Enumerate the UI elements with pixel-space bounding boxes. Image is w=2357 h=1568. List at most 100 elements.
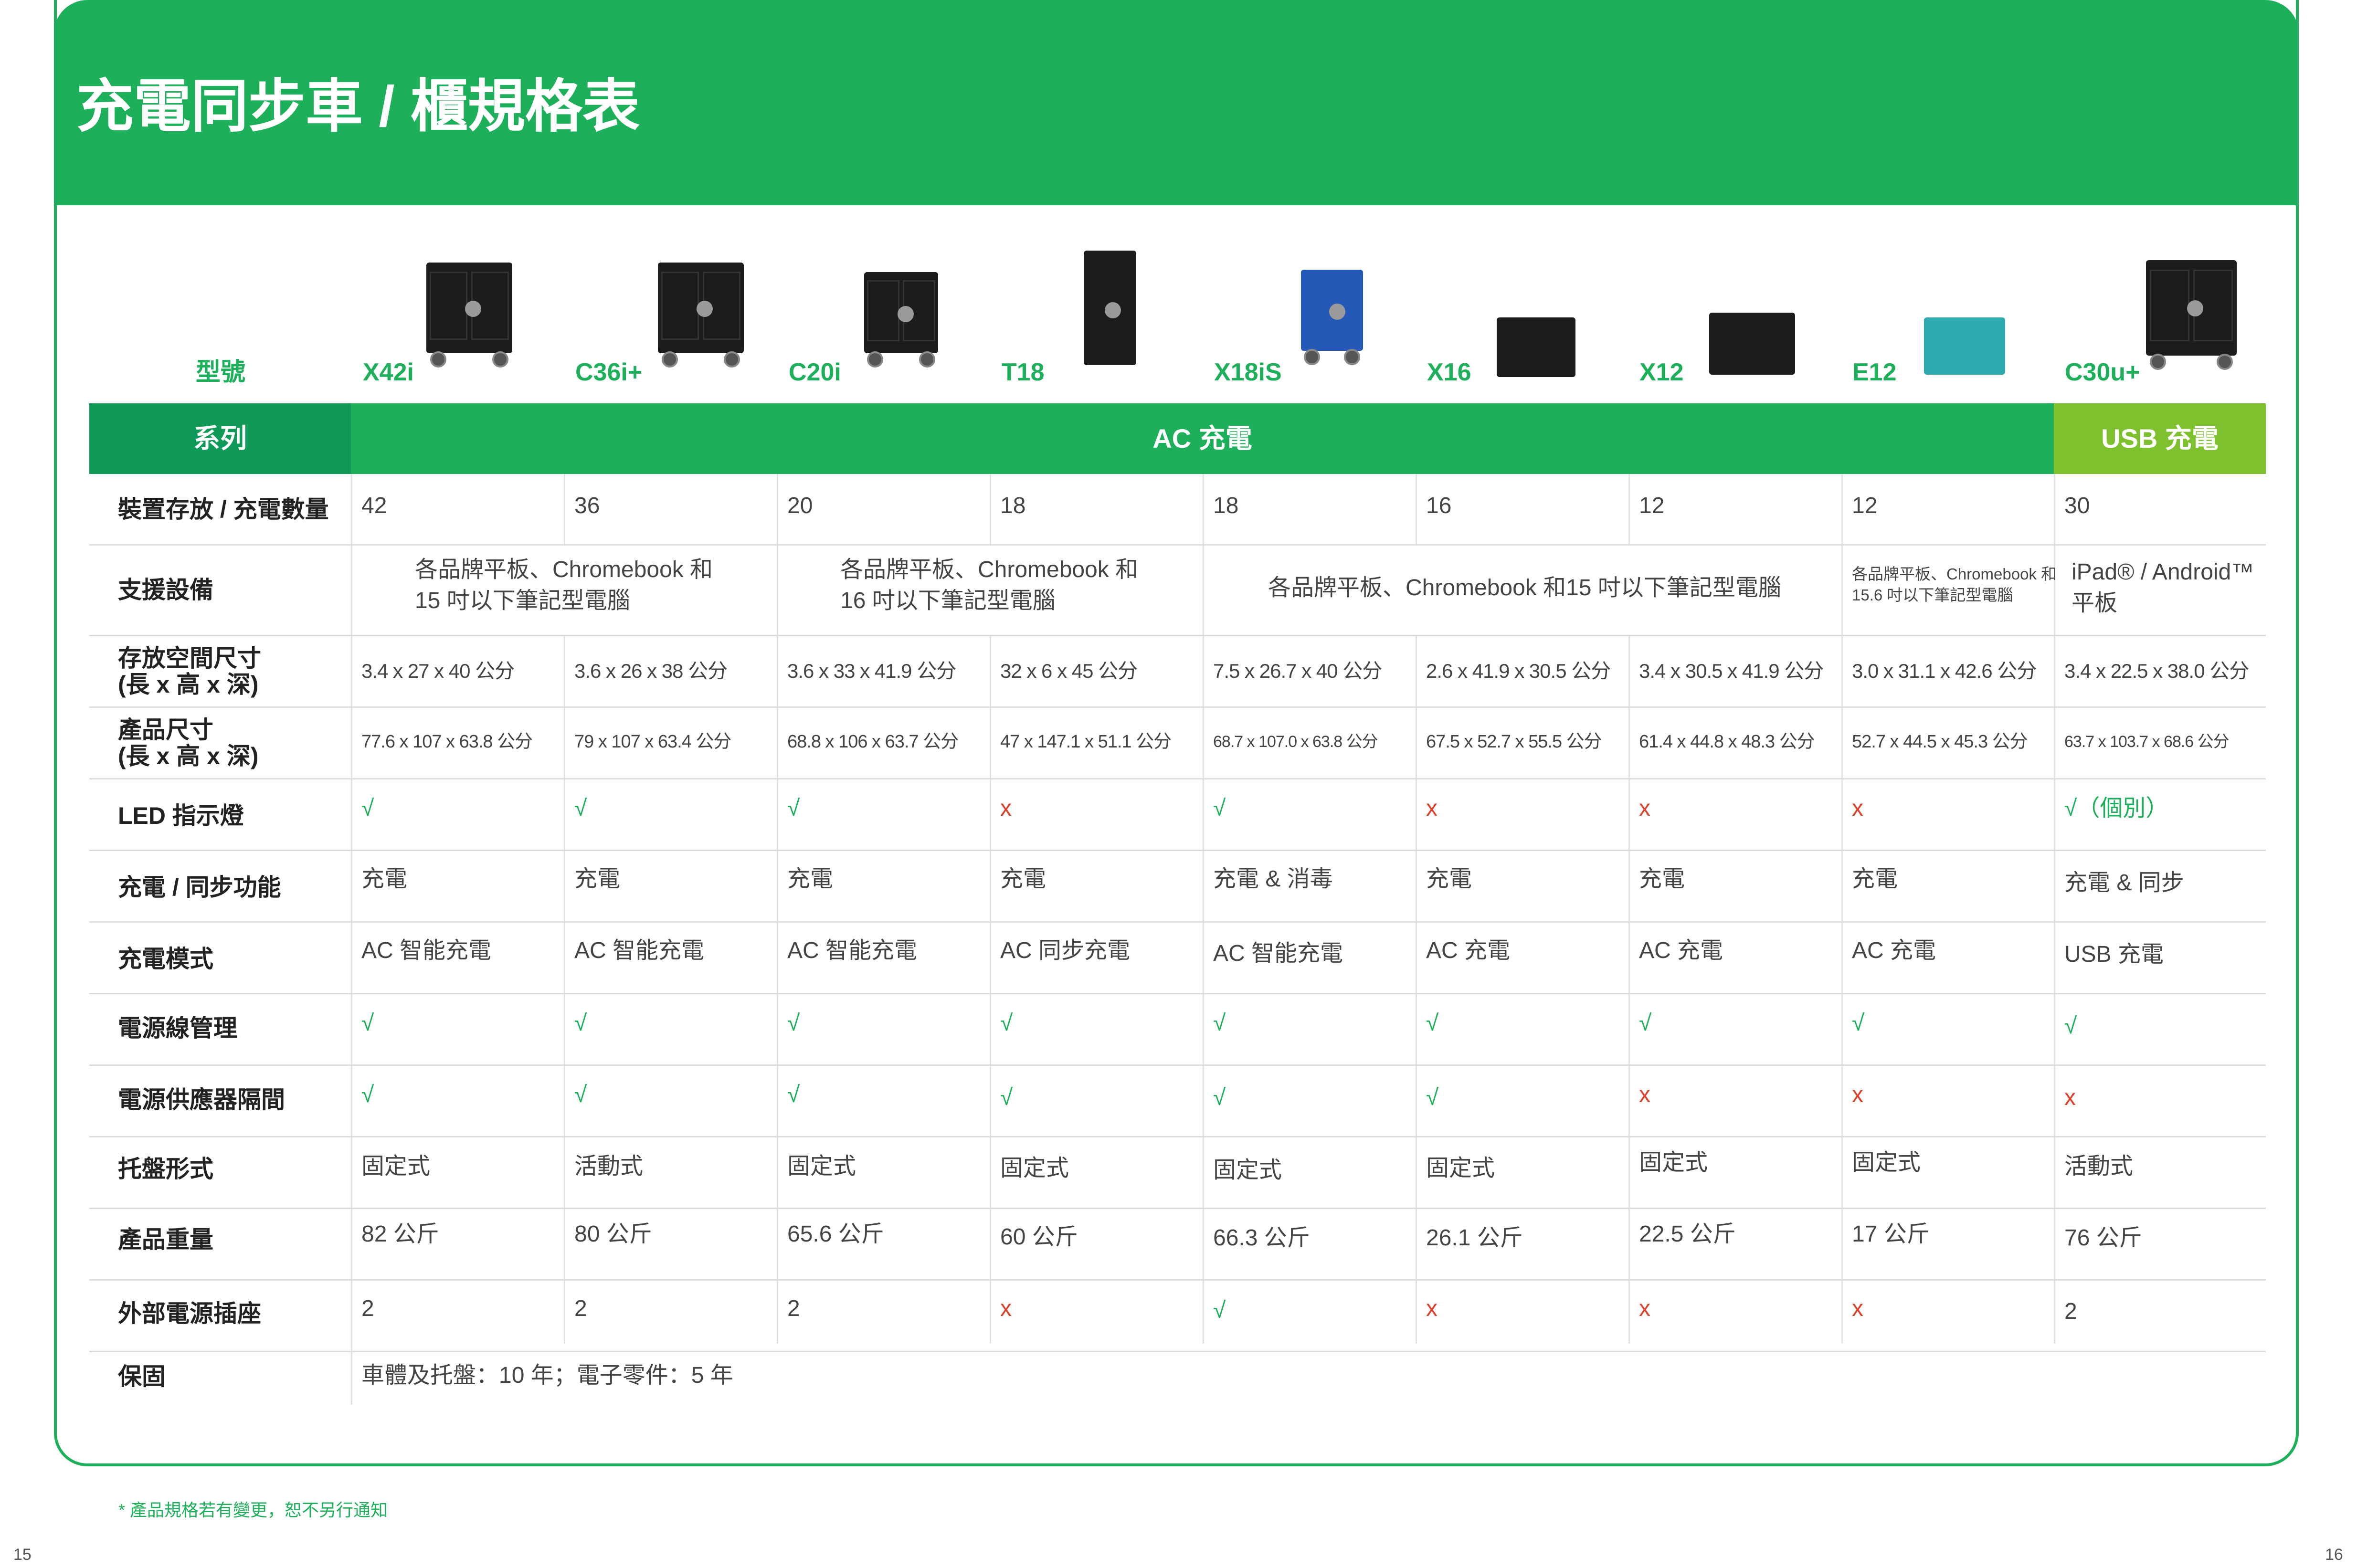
table-cell: 17 公斤 (1852, 1221, 1930, 1247)
table-cell: AC 同步充電 (1000, 938, 1131, 963)
row-tray-type: 托盤形式 固定式 活動式 固定式 固定式 固定式 固定式 固定式 固定式 活動式 (89, 1137, 2266, 1209)
row-devices: 支援設備 各品牌平板、Chromebook 和 15 吋以下筆記型電腦 各品牌平… (89, 546, 2266, 636)
table-cell: AC 充電 (1426, 938, 1511, 963)
table-cell: 2 (787, 1296, 800, 1321)
table-cell: 充電 (361, 866, 408, 892)
table-cell: 26.1 公斤 (1426, 1225, 1523, 1251)
table-cell: 充電 (1426, 866, 1472, 892)
model-name: E12 (1852, 358, 1897, 386)
table-cell: 3.4 x 22.5 x 38.0 公分 (2064, 660, 2249, 682)
table-cell: √ (1426, 1010, 1439, 1036)
table-cell: 固定式 (1852, 1150, 1921, 1175)
product-image-x18is (1301, 270, 1363, 365)
product-image-x16 (1497, 317, 1575, 377)
row-psu-compartment: 電源供應器隔間 √ √ √ √ √ √ x x x (89, 1066, 2266, 1137)
table-cell: 18 (1000, 493, 1026, 518)
table-cell: 固定式 (1213, 1158, 1282, 1183)
table-cell: 30 (2064, 493, 2090, 518)
table-cell: x (1852, 1296, 1863, 1321)
table-cell: x (1852, 1082, 1863, 1107)
table-cell: 各品牌平板、Chromebook 和 (1852, 565, 2057, 583)
table-cell: 18 (1213, 493, 1239, 518)
product-image-t18 (1084, 251, 1136, 365)
table-cell: 各品牌平板、Chromebook 和 (840, 557, 1139, 582)
table-cell: 充電 & 同步 (2064, 870, 2184, 895)
table-cell: √ (574, 1010, 587, 1036)
product-image-x12 (1709, 313, 1795, 375)
table-cell: x (1852, 796, 1863, 821)
table-cell: √ (361, 1082, 374, 1107)
table-cell: 77.6 x 107 x 63.8 公分 (361, 732, 533, 752)
row-label: 充電模式 (118, 946, 213, 972)
row-led: LED 指示燈 √ √ √ x √ x x x √（個別） (89, 779, 2266, 851)
table-cell: 42 (361, 493, 387, 518)
table-cell: √ (1426, 1085, 1439, 1110)
page-title: 充電同步車 / 櫃規格表 (76, 74, 640, 138)
row-label: 充電 / 同步功能 (118, 874, 281, 901)
series-usb-charging: USB 充電 (2054, 403, 2266, 474)
table-cell: √ (1213, 1085, 1226, 1110)
table-cell: √ (2064, 1013, 2077, 1039)
table-cell: 3.6 x 26 x 38 公分 (574, 660, 728, 682)
table-cell: 固定式 (1000, 1156, 1069, 1181)
row-cable-management: 電源線管理 √ √ √ √ √ √ √ √ √ (89, 994, 2266, 1066)
table-cell: AC 智能充電 (574, 938, 705, 963)
table-cell: 2 (574, 1296, 587, 1321)
product-image-e12 (1924, 317, 2005, 375)
row-label: LED 指示燈 (118, 802, 244, 829)
footnote: * 產品規格若有變更，恕不另行通知 (118, 1500, 388, 1520)
table-cell: 固定式 (361, 1154, 431, 1179)
row-label: (長 x 高 x 深) (118, 671, 259, 698)
table-cell: 65.6 公斤 (787, 1221, 884, 1247)
table-cell: 活動式 (574, 1154, 644, 1179)
table-cell: 79 x 107 x 63.4 公分 (574, 732, 731, 752)
table-cell: 充電 (1000, 866, 1046, 892)
table-cell: iPad® / Android™ (2072, 559, 2254, 585)
table-cell: 22.5 公斤 (1639, 1221, 1736, 1247)
table-cell: USB 充電 (2064, 942, 2164, 967)
table-cell: 68.7 x 107.0 x 63.8 公分 (1213, 733, 1378, 751)
table-cell: 60 公斤 (1000, 1224, 1078, 1250)
row-label: 支援設備 (118, 577, 213, 603)
table-cell: 12 (1639, 493, 1665, 518)
table-cell: 充電 (574, 866, 621, 892)
table-cell: 3.6 x 33 x 41.9 公分 (787, 660, 956, 682)
table-cell: 平板 (2072, 590, 2118, 616)
table-cell: 3.0 x 31.1 x 42.6 公分 (1852, 660, 2037, 682)
row-label: 產品重量 (118, 1226, 213, 1253)
row-storage-size: 存放空間尺寸 (長 x 高 x 深) 3.4 x 27 x 40 公分 3.6 … (89, 636, 2266, 708)
series-label: 系列 (89, 403, 351, 474)
table-cell: 52.7 x 44.5 x 45.3 公分 (1852, 732, 2028, 752)
table-cell: 充電 (787, 866, 834, 892)
table-cell: 15.6 吋以下筆記型電腦 (1852, 586, 2013, 604)
table-cell: √ (787, 1010, 800, 1036)
table-cell: √ (1000, 1010, 1013, 1036)
table-cell: 32 x 6 x 45 公分 (1000, 660, 1138, 682)
table-cell: 67.5 x 52.7 x 55.5 公分 (1426, 732, 1602, 752)
table-cell: 2 (2064, 1299, 2077, 1324)
table-cell: 47 x 147.1 x 51.1 公分 (1000, 732, 1172, 752)
table-cell: x (1426, 796, 1437, 821)
row-product-size: 產品尺寸 (長 x 高 x 深) 77.6 x 107 x 63.8 公分 79… (89, 708, 2266, 779)
product-image-x42i (426, 263, 512, 368)
table-cell: x (1639, 1082, 1650, 1107)
table-cell: √ (1852, 1010, 1865, 1036)
table-cell: √ (787, 1082, 800, 1107)
row-label: 存放空間尺寸 (118, 645, 261, 672)
table-cell: 活動式 (2064, 1154, 2134, 1179)
row-external-outlet: 外部電源插座 2 2 2 x √ x x x 2 (89, 1281, 2266, 1352)
row-label: 電源供應器隔間 (118, 1086, 285, 1113)
table-cell: √ (361, 796, 374, 821)
table-cell: 充電 (1639, 866, 1685, 892)
table-cell: 2 (361, 1296, 374, 1321)
row-label: 電源線管理 (118, 1015, 237, 1042)
table-cell: x (2064, 1085, 2076, 1110)
row-label: 外部電源插座 (118, 1300, 261, 1327)
row-function: 充電 / 同步功能 充電 充電 充電 充電 充電 & 消毒 充電 充電 充電 充… (89, 851, 2266, 923)
table-cell: 20 (787, 493, 813, 518)
row-label: 裝置存放 / 充電數量 (118, 496, 329, 523)
model-name: C36i+ (575, 358, 643, 386)
table-cell: 3.4 x 30.5 x 41.9 公分 (1639, 660, 1824, 682)
product-image-c36i (658, 263, 744, 368)
table-cell: 68.8 x 106 x 63.7 公分 (787, 732, 959, 752)
